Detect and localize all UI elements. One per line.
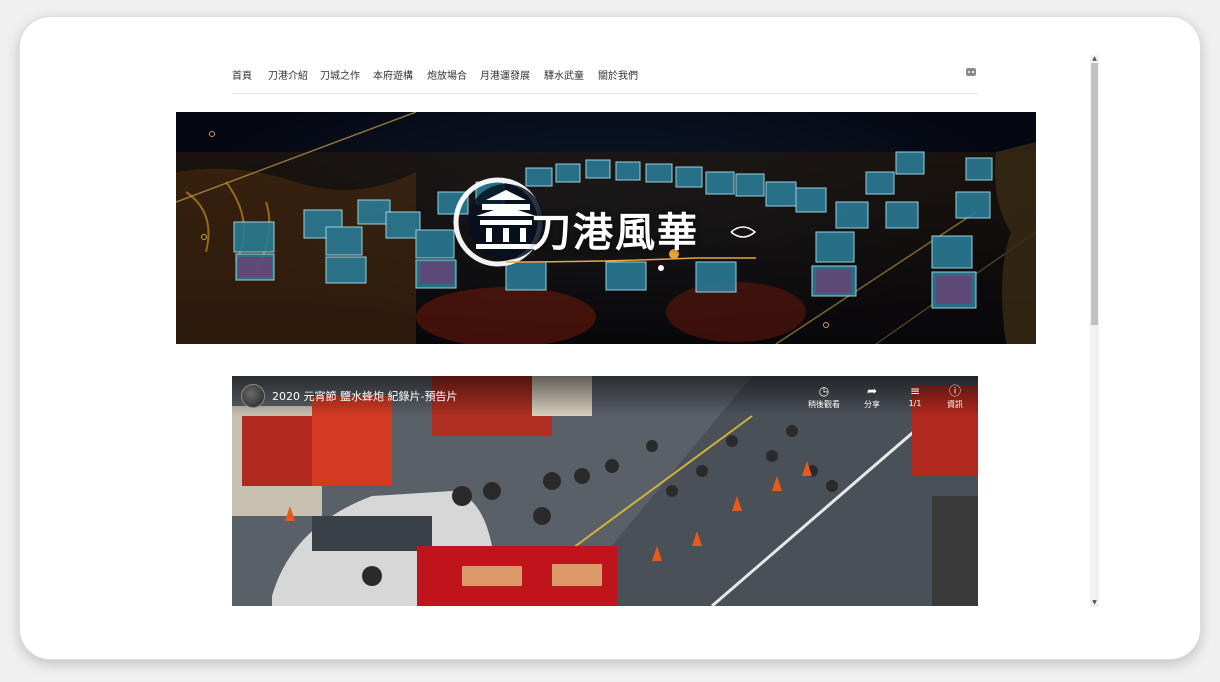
vertical-scrollbar[interactable]: ▲ ▼ (1090, 55, 1099, 607)
share-arrow-icon: ➦ (866, 384, 878, 398)
top-navigation: 首頁 刀港介紹 刀城之作 本府遊構 炮放場合 月港運發展 驛水武童 關於我們 (232, 65, 978, 94)
nav-item-home[interactable]: 首頁 (232, 67, 252, 82)
scroll-up-arrow-icon[interactable]: ▲ (1090, 55, 1099, 63)
hero-banner: 刀港風華 (176, 112, 1036, 344)
nav-item-about[interactable]: 關於我們 (598, 67, 638, 82)
info-label: 資訊 (947, 400, 963, 409)
nav-item-introduction[interactable]: 刀港介紹 (268, 67, 308, 82)
watch-later-button[interactable]: ◷ 稍後觀看 (804, 384, 844, 410)
share-icon[interactable] (966, 68, 976, 76)
scrollbar-thumb[interactable] (1091, 63, 1098, 325)
info-button[interactable]: ⓘ 資訊 (935, 384, 975, 410)
nav-item-venues[interactable]: 炮放場合 (427, 67, 467, 82)
playlist-icon: ≡ (909, 384, 921, 398)
browser-window: 首頁 刀港介紹 刀城之作 本府遊構 炮放場合 月港運發展 驛水武童 關於我們 刀… (20, 17, 1200, 659)
info-icon: ⓘ (948, 384, 961, 398)
clock-icon: ◷ (818, 384, 830, 398)
playlist-count-label: 1/1 (908, 399, 922, 408)
share-label: 分享 (864, 400, 880, 409)
video-title[interactable]: 2020 元宵節 鹽水蜂炮 紀錄片-預告片 (272, 388, 457, 404)
watch-later-label: 稍後觀看 (808, 400, 840, 409)
nav-item-tour[interactable]: 本府遊構 (373, 67, 413, 82)
channel-avatar[interactable] (241, 384, 265, 408)
video-player[interactable]: 2020 元宵節 鹽水蜂炮 紀錄片-預告片 ◷ 稍後觀看 ➦ 分享 ≡ 1/1 … (232, 376, 978, 606)
scroll-down-arrow-icon[interactable]: ▼ (1090, 599, 1099, 607)
banner-logo-text: 刀港風華 (531, 209, 699, 256)
nav-item-works[interactable]: 刀城之作 (320, 67, 360, 82)
nav-item-youth[interactable]: 驛水武童 (544, 67, 584, 82)
share-button[interactable]: ➦ 分享 (852, 384, 892, 410)
nav-item-development[interactable]: 月港運發展 (480, 67, 530, 82)
playlist-button[interactable]: ≡ 1/1 (895, 384, 935, 408)
